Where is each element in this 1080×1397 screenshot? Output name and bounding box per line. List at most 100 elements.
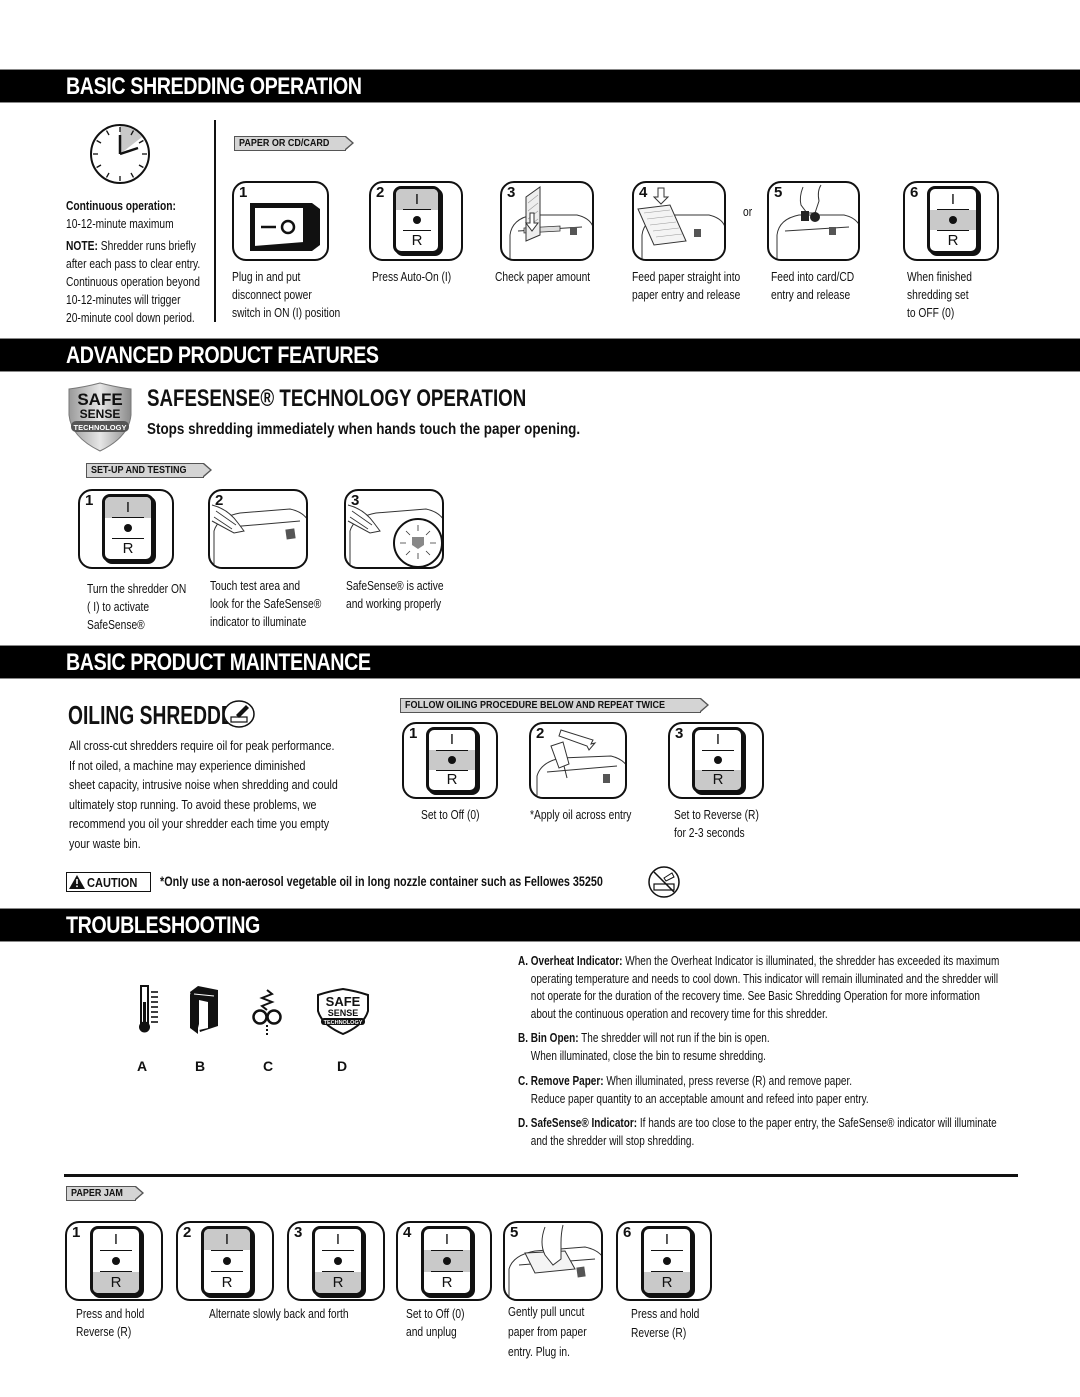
- jam-step-panel-5: 5: [503, 1221, 603, 1301]
- rocker-switch-icon: [246, 199, 326, 255]
- note-line: after each pass to clear entry.: [66, 257, 201, 271]
- body-line: All cross-cut shredders require oil for …: [69, 738, 335, 753]
- badge-sense-text: SENSE: [80, 407, 121, 421]
- switch-on-label: I: [444, 1231, 450, 1249]
- switch-on-label: I: [715, 731, 721, 749]
- switch-reverse-label: R: [712, 771, 724, 789]
- section-title: BASIC SHREDDING OPERATION: [66, 73, 362, 100]
- oiling-caption-1: Set to Off (0): [421, 806, 479, 824]
- switch-on-label: I: [414, 190, 420, 208]
- safesense-troubleshoot-icon: SAFE SENSE TECHNOLOGY: [316, 987, 370, 1035]
- jam-caption-6: Press and hold Reverse (R): [631, 1305, 699, 1343]
- step-panel-3: 3: [500, 181, 594, 261]
- jam-caption-1: Press and hold Reverse (R): [76, 1305, 144, 1341]
- step-number: 1: [409, 725, 418, 742]
- caption-line: and unplug: [406, 1325, 457, 1339]
- jam-caption-4: Set to Off (0) and unplug: [406, 1305, 464, 1341]
- step-number: 4: [403, 1224, 412, 1241]
- step-panel-6: 6 I R: [903, 181, 999, 261]
- body-line: ultimately stop running. To avoid these …: [69, 796, 317, 812]
- safesense-title: SAFESENSE® TECHNOLOGY OPERATION: [147, 385, 527, 412]
- step-caption-2: Press Auto-On (I): [372, 268, 451, 286]
- jam-caption-2-3: Alternate slowly back and forth: [209, 1305, 349, 1323]
- oil-can-icon: [222, 699, 256, 729]
- trouble-line: about the continuous operation and recov…: [530, 1006, 828, 1021]
- thermometer-icon: [138, 984, 162, 1034]
- tag-label: PAPER OR CD/CARD: [239, 138, 330, 149]
- step-number: 2: [376, 184, 385, 201]
- trouble-item-d: D. SafeSense® Indicator: If hands are to…: [518, 1115, 997, 1150]
- continuous-operation-note: Continuous operation: 10-12-minute maxim…: [66, 197, 200, 327]
- section-header-troubleshooting: TROUBLESHOOTING: [0, 908, 1080, 942]
- step-panel-1: 1: [232, 181, 329, 261]
- trouble-item-c: C. Remove Paper: When illuminated, press…: [518, 1073, 869, 1108]
- caption-line: ( I) to activate: [87, 600, 150, 614]
- jam-step-panel-4: 4 I R: [396, 1221, 492, 1301]
- switch-reverse-label: R: [411, 232, 423, 250]
- control-switch-icon: I R: [426, 727, 478, 793]
- tag-oiling-procedure: FOLLOW OILING PROCEDURE BELOW AND REPEAT…: [400, 698, 709, 713]
- step-number: 1: [72, 1224, 81, 1241]
- trouble-label: A. Overheat Indicator:: [518, 954, 623, 968]
- apply-oil-icon: [531, 724, 625, 797]
- vertical-divider: [214, 120, 216, 322]
- caption-line: Press and hold: [76, 1307, 145, 1321]
- trouble-line: The shredder will not run if the bin is …: [578, 1031, 770, 1045]
- caption-line: switch in ON (I) position: [232, 306, 341, 320]
- note-line: Shredder runs briefly: [97, 239, 196, 253]
- caption-line: for 2-3 seconds: [674, 826, 745, 840]
- tag-label: PAPER JAM: [71, 1188, 123, 1199]
- continuous-value: 10-12-minute maximum: [66, 217, 174, 231]
- step-number: 6: [623, 1224, 632, 1241]
- caption-line: Alternate slowly back and forth: [209, 1307, 349, 1321]
- switch-reverse-label: R: [441, 1273, 453, 1291]
- step-number: 5: [774, 184, 783, 201]
- trouble-line: and the shredder will stop shredding.: [530, 1133, 695, 1148]
- caption-line: paper entry and release: [632, 288, 741, 302]
- control-switch-icon: I R: [201, 1226, 253, 1296]
- step-panel-2: 2 I R: [369, 181, 463, 261]
- oiling-body: All cross-cut shredders require oil for …: [69, 736, 338, 853]
- switch-reverse-label: R: [332, 1273, 344, 1291]
- oiling-caption-2: *Apply oil across entry: [530, 806, 631, 824]
- caution-badge: CAUTION: [66, 872, 152, 892]
- tag-paper-or-cd: PAPER OR CD/CARD: [234, 136, 355, 151]
- caption-line: SafeSense® is active: [346, 579, 444, 593]
- body-line: If not oiled, a machine may experience d…: [69, 757, 306, 773]
- trouble-line: operating temperature and needs to cool …: [530, 971, 999, 986]
- note-line: Continuous operation beyond: [66, 275, 200, 289]
- caption-line: entry and release: [771, 288, 851, 302]
- step-number: 3: [351, 492, 360, 509]
- control-switch-icon: I R: [927, 186, 979, 254]
- switch-on-label: I: [449, 731, 455, 749]
- caption-line: to OFF (0): [907, 306, 955, 320]
- jam-caption-5: Gently pull uncut paper from paper entry…: [508, 1302, 587, 1362]
- switch-reverse-label: R: [122, 540, 134, 558]
- caption-line: shredding set: [907, 288, 969, 302]
- trouble-line: When illuminated, press reverse (R) and …: [603, 1074, 853, 1088]
- control-switch-icon: I R: [692, 727, 744, 793]
- caption-line: Turn the shredder ON: [87, 582, 187, 596]
- continuous-label: Continuous operation:: [66, 199, 176, 213]
- step-number: 1: [85, 492, 94, 509]
- caption-line: Press Auto-On (I): [372, 270, 452, 284]
- control-switch-icon: I R: [312, 1226, 364, 1296]
- jam-step-panel-6: 6 I R: [616, 1221, 712, 1301]
- tag-setup-testing: SET-UP AND TESTING: [86, 463, 213, 478]
- caption-line: and working properly: [346, 597, 442, 611]
- section-title: TROUBLESHOOTING: [66, 912, 260, 939]
- clock-icon: [87, 121, 153, 187]
- safesense-step-panel-3: 3: [344, 489, 444, 569]
- oiling-step-panel-3: 3 I R: [668, 722, 764, 799]
- caption-line: *Apply oil across entry: [530, 808, 632, 822]
- body-line: sheet capacity, intrusive noise when shr…: [69, 777, 338, 792]
- switch-reverse-label: R: [446, 771, 458, 789]
- jam-step-panel-3: 3 I R: [287, 1221, 385, 1301]
- caption-line: Set to Off (0): [406, 1307, 465, 1321]
- letter-c: C: [263, 1058, 274, 1074]
- oiling-step-panel-1: 1 I R: [402, 722, 498, 799]
- safesense-subtitle: Stops shredding immediately when hands t…: [147, 421, 581, 438]
- switch-on-label: I: [113, 1231, 119, 1249]
- caption-line: paper from paper: [508, 1325, 587, 1339]
- oiling-caption-3: Set to Reverse (R) for 2-3 seconds: [674, 806, 759, 842]
